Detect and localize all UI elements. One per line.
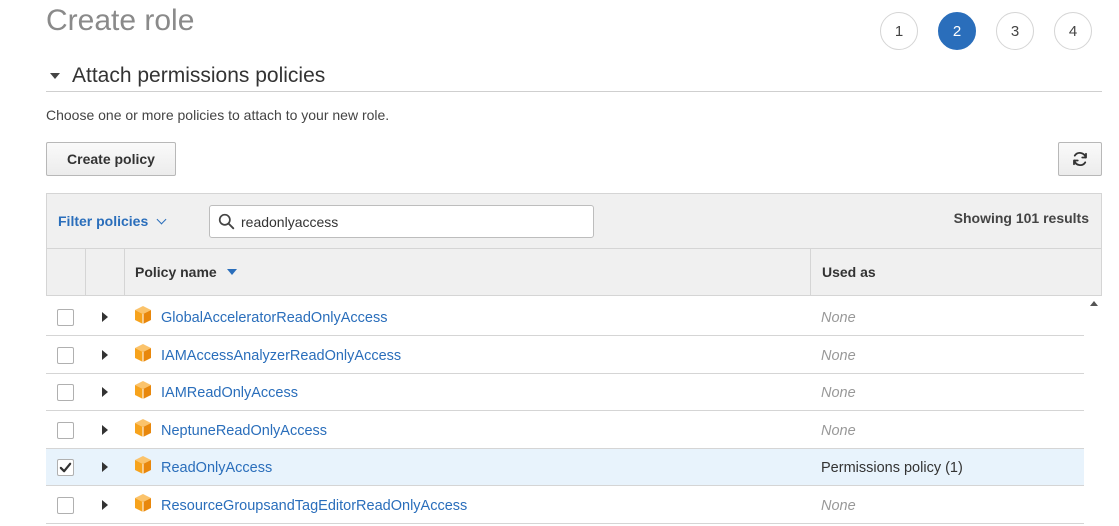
row-checkbox[interactable] (57, 346, 74, 364)
table-row[interactable]: NeptuneReadOnlyAccess None (46, 411, 1084, 449)
row-checkbox[interactable] (57, 459, 74, 476)
used-as-value: None (821, 497, 856, 514)
used-as-value: None (821, 422, 856, 439)
filter-policies-dropdown[interactable]: Filter policies (58, 213, 167, 229)
row-checkbox[interactable] (57, 421, 74, 439)
policy-name-header-label: Policy name (135, 264, 217, 280)
expand-row-icon[interactable] (102, 424, 108, 435)
policy-name-column-header[interactable]: Policy name (125, 249, 811, 295)
page-title: Create role (46, 4, 195, 37)
policy-name-link[interactable]: IAMAccessAnalyzerReadOnlyAccess (161, 348, 401, 364)
expand-row-icon[interactable] (102, 349, 108, 360)
chevron-down-icon (156, 214, 167, 224)
expand-row-icon[interactable] (102, 387, 108, 397)
policy-cube-icon (133, 493, 153, 518)
policy-name-link[interactable]: ReadOnlyAccess (161, 460, 272, 476)
policy-cube-icon (133, 343, 153, 368)
policy-cube-icon (133, 455, 153, 480)
header-select-cell (47, 249, 86, 295)
row-checkbox[interactable] (57, 384, 74, 401)
used-as-value: None (821, 385, 856, 401)
table-row[interactable]: IAMReadOnlyAccess None (46, 374, 1084, 411)
search-icon (218, 213, 235, 230)
description-text: Choose one or more policies to attach to… (46, 107, 390, 123)
table-row[interactable]: ReadOnlyAccess Permissions policy (1) (46, 449, 1084, 486)
wizard-steps: 1 2 3 4 (880, 12, 1092, 50)
header-expand-cell (86, 249, 125, 295)
expand-row-icon[interactable] (102, 462, 108, 472)
search-input[interactable] (241, 213, 571, 230)
policy-cube-icon (133, 380, 153, 405)
table-row[interactable]: GlobalAcceleratorReadOnlyAccess None (46, 299, 1084, 336)
section-header[interactable]: Attach permissions policies (46, 60, 1102, 92)
used-as-column-header[interactable]: Used as (811, 249, 1102, 295)
refresh-button[interactable] (1058, 142, 1102, 176)
used-as-value: None (821, 347, 856, 364)
policy-name-link[interactable]: IAMReadOnlyAccess (161, 385, 298, 401)
step-3[interactable]: 3 (996, 12, 1034, 50)
policy-name-link[interactable]: GlobalAcceleratorReadOnlyAccess (161, 310, 387, 326)
policy-name-link[interactable]: NeptuneReadOnlyAccess (161, 423, 327, 439)
table-header: Policy name Used as (46, 249, 1102, 296)
scroll-up-arrow-icon[interactable] (1090, 301, 1098, 306)
policy-cube-icon (133, 305, 153, 330)
step-1[interactable]: 1 (880, 12, 918, 50)
policy-table-body: GlobalAcceleratorReadOnlyAccess None IAMAc… (46, 299, 1102, 526)
filter-bar: Filter policies Showing 101 results (46, 193, 1102, 249)
table-row[interactable]: IAMAccessAnalyzerReadOnlyAccess None (46, 336, 1084, 374)
section-title: Attach permissions policies (72, 63, 326, 87)
results-count: Showing 101 results (953, 210, 1089, 226)
step-2-current[interactable]: 2 (938, 12, 976, 50)
search-box[interactable] (209, 205, 594, 238)
table-row[interactable]: ResourceGroupsandTagEditorReadOnlyAccess… (46, 486, 1084, 524)
filter-policies-label: Filter policies (58, 213, 149, 229)
policy-cube-icon (133, 418, 153, 443)
expand-row-icon[interactable] (102, 312, 108, 322)
expand-row-icon[interactable] (102, 499, 108, 510)
used-as-header-label: Used as (822, 264, 876, 280)
sort-descending-icon (226, 269, 237, 275)
row-checkbox[interactable] (57, 309, 74, 326)
used-as-value: Permissions policy (1) (821, 460, 963, 476)
policy-name-link[interactable]: ResourceGroupsandTagEditorReadOnlyAccess (161, 498, 467, 514)
create-policy-button[interactable]: Create policy (46, 142, 176, 176)
step-4[interactable]: 4 (1054, 12, 1092, 50)
used-as-value: None (821, 310, 856, 326)
collapse-caret-icon[interactable] (50, 72, 60, 79)
refresh-icon (1073, 151, 1087, 167)
row-checkbox[interactable] (57, 496, 74, 514)
table-scrollbar[interactable] (1086, 299, 1102, 526)
